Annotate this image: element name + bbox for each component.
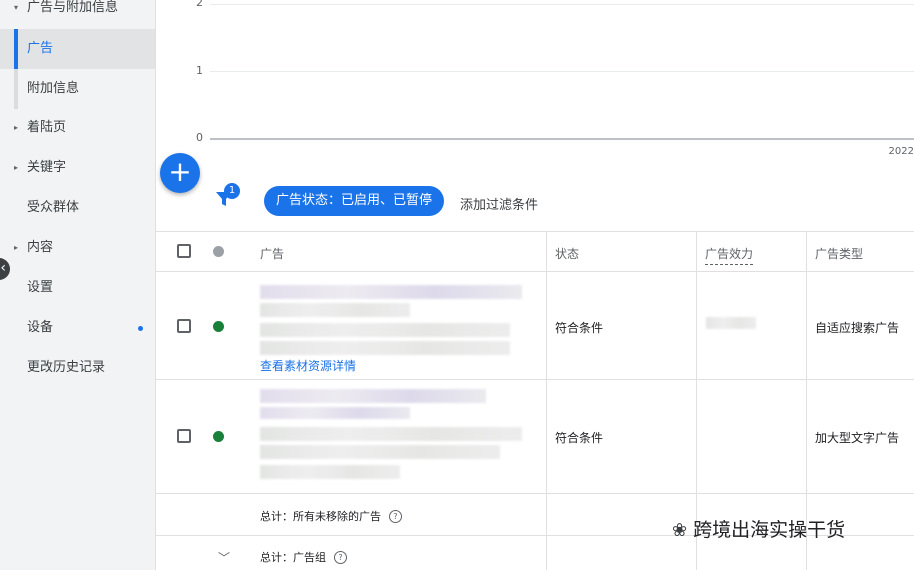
notification-dot: [138, 326, 143, 331]
column-header-status[interactable]: 状态: [555, 245, 579, 262]
performance-chart: 2 1 0 2022: [156, 0, 914, 170]
sidebar: ▾ 广告与附加信息 广告 附加信息 ▸ 着陆页 ▸ 关键字 受众群体 ▸ 内容 …: [0, 0, 156, 570]
total-all-label: 总计：所有未移除的广告: [260, 510, 381, 523]
help-icon[interactable]: ?: [334, 551, 347, 564]
caret-right-icon: ▸: [14, 123, 19, 132]
ad-description-redacted: [260, 465, 400, 479]
caret-right-icon: ▸: [14, 163, 19, 172]
sidebar-item-label: 广告与附加信息: [27, 0, 119, 15]
add-ad-button[interactable]: +: [160, 153, 200, 193]
y-tick-label: 1: [196, 64, 203, 77]
sidebar-item-extensions[interactable]: 附加信息: [0, 69, 155, 109]
status-header-icon: [213, 246, 224, 257]
divider: [156, 271, 914, 272]
row-ad-type: 加大型文字广告: [815, 431, 900, 445]
sidebar-item-label: 受众群体: [27, 200, 80, 215]
total-group-row: 总计：广告组?: [260, 549, 347, 565]
column-header-ad[interactable]: 广告: [260, 245, 284, 262]
sidebar-item-change-history[interactable]: 更改历史记录: [0, 348, 155, 388]
subnav-indicator: [14, 69, 18, 109]
caret-down-icon: ▾: [14, 3, 19, 12]
x-tick-label: 2022: [888, 146, 914, 157]
ad-description-redacted: [260, 323, 510, 337]
total-all-row: 总计：所有未移除的广告?: [260, 508, 402, 524]
y-tick-label: 2: [196, 0, 203, 9]
sidebar-item-content[interactable]: ▸ 内容: [0, 228, 155, 268]
row-checkbox[interactable]: [177, 429, 191, 443]
row-checkbox[interactable]: [177, 319, 191, 333]
divider: [156, 231, 914, 232]
sidebar-item-label: 设置: [27, 280, 54, 295]
status-filter-chip[interactable]: 广告状态：已启用、已暂停: [264, 186, 445, 216]
sidebar-item-keywords[interactable]: ▸ 关键字: [0, 148, 155, 188]
select-all-checkbox[interactable]: [177, 244, 191, 258]
sidebar-item-label: 设备: [27, 320, 54, 335]
column-header-ad-strength[interactable]: 广告效力: [705, 245, 754, 265]
ad-url-redacted: [260, 303, 410, 317]
sidebar-item-ads[interactable]: 广告: [0, 29, 155, 69]
gridline: [210, 71, 914, 72]
ad-description-redacted: [260, 341, 510, 355]
watermark-text: 跨境出海实操干货: [693, 519, 846, 541]
ad-description-redacted: [260, 427, 522, 441]
ad-description-redacted: [260, 445, 500, 459]
wechat-icon: ❀: [672, 520, 688, 541]
ad-strength-redacted: [706, 317, 756, 329]
sidebar-item-label: 广告: [27, 41, 54, 56]
ad-headline-redacted: [260, 285, 522, 299]
sidebar-item-label: 着陆页: [27, 120, 67, 135]
filter-count-badge: 1: [224, 183, 240, 199]
help-icon[interactable]: ?: [389, 510, 402, 523]
total-group-label: 总计：广告组: [260, 551, 326, 564]
x-axis: [210, 138, 914, 140]
sidebar-item-label: 内容: [27, 240, 54, 255]
add-filter-button[interactable]: 添加过滤条件: [460, 194, 538, 213]
ad-headline-redacted: [260, 389, 486, 403]
view-asset-details-link[interactable]: 查看素材资源详情: [260, 357, 356, 374]
sidebar-item-ads-extensions[interactable]: ▾ 广告与附加信息: [0, 0, 155, 28]
divider: [156, 493, 914, 494]
sidebar-item-label: 更改历史记录: [27, 360, 106, 375]
enabled-status-dot: [213, 321, 224, 332]
sidebar-item-devices[interactable]: 设备: [0, 308, 155, 348]
column-divider: [546, 231, 547, 570]
y-tick-label: 0: [196, 131, 203, 144]
sidebar-item-audiences[interactable]: 受众群体: [0, 188, 155, 228]
row-status: 符合条件: [555, 431, 604, 445]
sidebar-item-label: 关键字: [27, 160, 67, 175]
row-ad-type: 自适应搜索广告: [815, 321, 900, 335]
chevron-down-icon[interactable]: ﹀: [218, 549, 230, 566]
selected-indicator: [14, 29, 18, 69]
sidebar-item-landing-pages[interactable]: ▸ 着陆页: [0, 108, 155, 148]
row-status: 符合条件: [555, 321, 604, 335]
watermark: ❀ 跨境出海实操干货: [672, 515, 845, 542]
ad-headline-redacted: [260, 407, 410, 419]
divider: [156, 379, 914, 380]
sidebar-item-label: 附加信息: [27, 81, 80, 96]
sidebar-item-settings[interactable]: 设置: [0, 268, 155, 308]
caret-right-icon: ▸: [14, 243, 19, 252]
enabled-status-dot: [213, 431, 224, 442]
gridline: [210, 4, 914, 5]
column-header-ad-type[interactable]: 广告类型: [815, 245, 863, 262]
